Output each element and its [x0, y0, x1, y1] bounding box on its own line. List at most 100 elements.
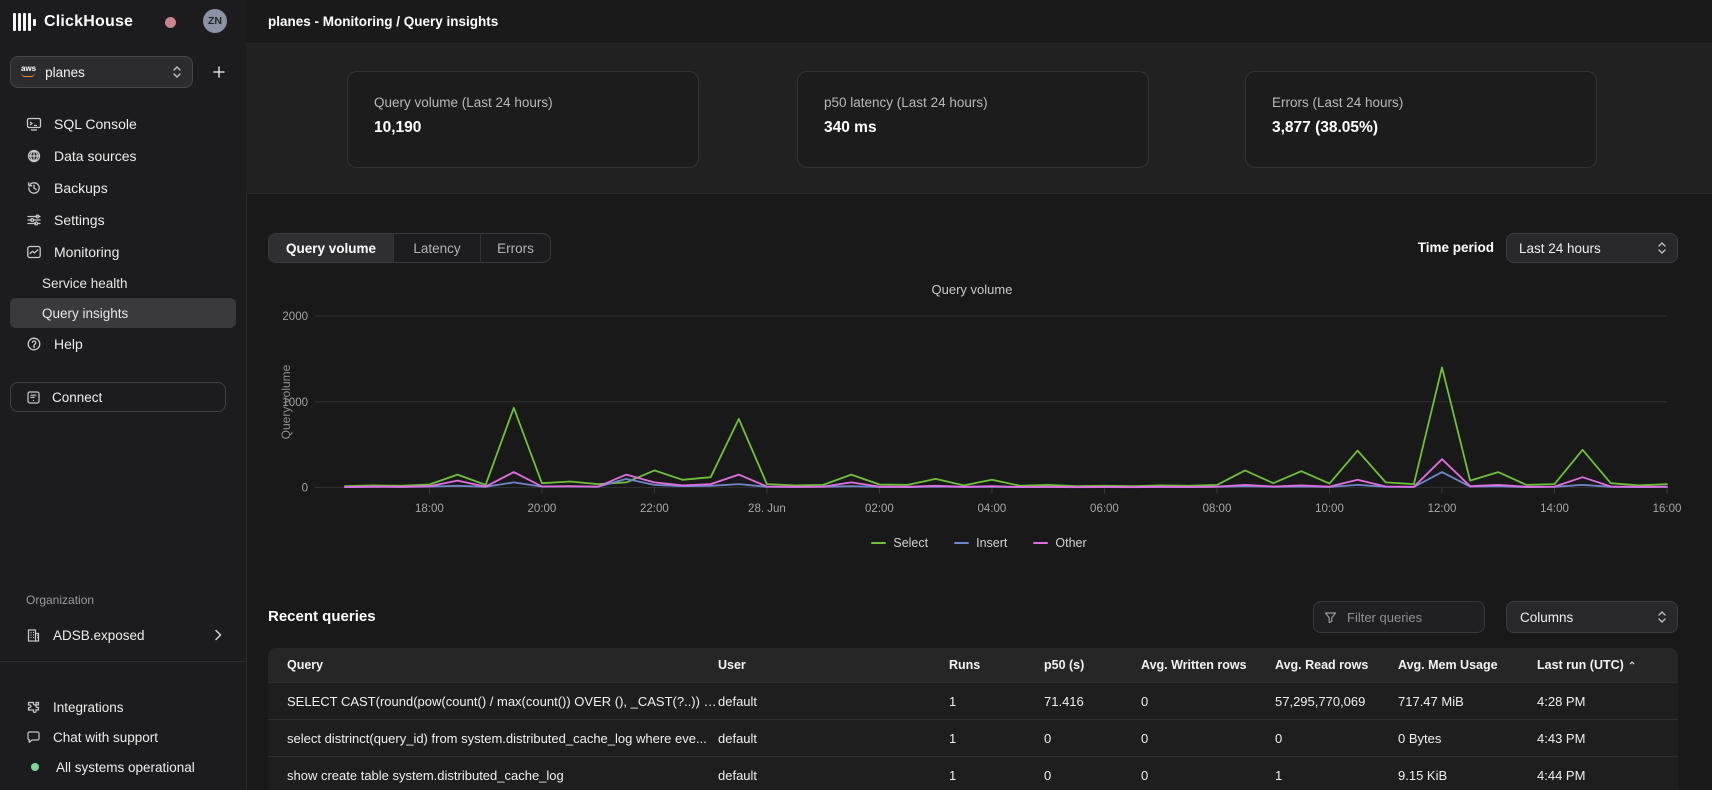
- table-cell: 0: [1141, 757, 1275, 790]
- sidebar-footer: Integrations Chat with support All syste…: [10, 692, 236, 782]
- table-cell: 1: [1275, 757, 1398, 790]
- table-cell: 1: [949, 720, 1044, 757]
- legend-item-insert[interactable]: Insert: [954, 536, 1007, 550]
- sql-console-icon: [26, 116, 42, 132]
- stat-value: 10,190: [374, 119, 698, 137]
- chat-bubble-icon: [26, 730, 41, 745]
- sidebar-item-label: Chat with support: [53, 730, 158, 745]
- table-cell: default: [718, 757, 949, 790]
- chart-legend: Select Insert Other: [246, 536, 1712, 550]
- stat-label: Query volume (Last 24 hours): [374, 95, 698, 110]
- table-cell: 1: [949, 757, 1044, 790]
- data-sources-icon: [26, 148, 42, 164]
- sidebar-item-integrations[interactable]: Integrations: [10, 692, 236, 722]
- x-axis-tick: 22:00: [640, 503, 669, 515]
- table-row[interactable]: select distrinct(query_id) from system.d…: [268, 720, 1678, 757]
- x-axis-tick: 14:00: [1540, 503, 1569, 515]
- legend-swatch: [1033, 542, 1048, 545]
- chevron-right-icon: [214, 629, 222, 641]
- table-cell: select distrinct(query_id) from system.d…: [268, 720, 718, 757]
- table-cell: 4:44 PM: [1537, 757, 1678, 790]
- stats-strip: Query volume (Last 24 hours) 10,190 p50 …: [246, 44, 1712, 194]
- service-name: planes: [45, 65, 163, 80]
- table-cell: 4:28 PM: [1537, 683, 1678, 720]
- column-header[interactable]: Avg. Mem Usage: [1398, 648, 1537, 683]
- column-header[interactable]: Avg. Read rows: [1275, 648, 1398, 683]
- chart-tabs: Query volume Latency Errors: [268, 233, 551, 263]
- legend-swatch: [954, 542, 969, 545]
- tab-latency[interactable]: Latency: [394, 234, 481, 262]
- column-header[interactable]: Last run (UTC)⌃: [1537, 648, 1678, 683]
- tab-errors[interactable]: Errors: [481, 234, 550, 262]
- stat-value: 3,877 (38.05%): [1272, 119, 1596, 137]
- table-row[interactable]: show create table system.distributed_cac…: [268, 757, 1678, 790]
- x-axis-tick: 08:00: [1203, 503, 1232, 515]
- chart-title: Query volume: [932, 282, 1013, 297]
- sidebar-item-chat-support[interactable]: Chat with support: [10, 722, 236, 752]
- clickhouse-logo-icon: [13, 13, 36, 31]
- column-header[interactable]: User: [718, 648, 949, 683]
- sidebar-item-backups[interactable]: Backups: [10, 172, 236, 204]
- x-axis-tick: 04:00: [978, 503, 1007, 515]
- time-period-value: Last 24 hours: [1507, 241, 1657, 256]
- add-service-button[interactable]: [206, 59, 232, 85]
- organization-selector[interactable]: ADSB.exposed: [10, 620, 236, 650]
- table-cell: 0: [1141, 720, 1275, 757]
- x-axis-tick: 02:00: [865, 503, 894, 515]
- sidebar-item-sql-console[interactable]: SQL Console: [10, 108, 236, 140]
- stat-card-p50-latency: p50 latency (Last 24 hours) 340 ms: [797, 71, 1149, 168]
- tab-query-volume[interactable]: Query volume: [269, 234, 394, 262]
- legend-label: Other: [1055, 536, 1086, 550]
- table-cell: default: [718, 720, 949, 757]
- table-cell: 1: [949, 683, 1044, 720]
- time-period-select[interactable]: Last 24 hours: [1506, 233, 1678, 263]
- legend-swatch: [871, 542, 886, 545]
- sidebar-item-system-status[interactable]: All systems operational: [10, 752, 236, 782]
- table-cell: 0: [1044, 757, 1141, 790]
- sidebar-item-settings[interactable]: Settings: [10, 204, 236, 236]
- x-axis-tick: 20:00: [528, 503, 557, 515]
- table-cell: default: [718, 683, 949, 720]
- column-header[interactable]: Runs: [949, 648, 1044, 683]
- x-axis-tick: 06:00: [1090, 503, 1119, 515]
- sidebar-item-data-sources[interactable]: Data sources: [10, 140, 236, 172]
- chevron-updown-icon: [172, 65, 182, 79]
- column-header[interactable]: Avg. Written rows: [1141, 648, 1275, 683]
- stat-label: p50 latency (Last 24 hours): [824, 95, 1148, 110]
- legend-item-other[interactable]: Other: [1033, 536, 1086, 550]
- series-select: [345, 367, 1667, 486]
- legend-item-select[interactable]: Select: [871, 536, 928, 550]
- sidebar-item-label: SQL Console: [54, 116, 137, 132]
- table-cell: 717.47 MiB: [1398, 683, 1537, 720]
- filter-queries-input[interactable]: [1345, 609, 1469, 626]
- sidebar-item-monitoring[interactable]: Monitoring: [10, 236, 236, 268]
- table-cell: show create table system.distributed_cac…: [268, 757, 718, 790]
- chevron-updown-icon: [1657, 610, 1667, 624]
- sidebar-item-label: Data sources: [54, 148, 136, 164]
- funnel-icon: [1324, 611, 1337, 624]
- table-header-row: QueryUserRunsp50 (s)Avg. Written rowsAvg…: [268, 648, 1678, 683]
- filter-queries-box[interactable]: [1313, 601, 1485, 633]
- column-header[interactable]: Query: [268, 648, 718, 683]
- brand-row: ClickHouse: [13, 10, 133, 34]
- page: ClickHouse ZN aws planes SQL Console: [0, 0, 1712, 790]
- plus-icon: [212, 65, 226, 79]
- service-selector[interactable]: aws planes: [10, 56, 193, 88]
- monitoring-icon: [26, 244, 42, 260]
- user-avatar[interactable]: ZN: [203, 9, 227, 33]
- sidebar-item-label: Integrations: [53, 700, 124, 715]
- sidebar-item-label: Settings: [54, 212, 105, 228]
- breadcrumb: planes - Monitoring / Query insights: [246, 14, 498, 29]
- table-cell: 0: [1044, 720, 1141, 757]
- table-cell: 0: [1275, 720, 1398, 757]
- notification-dot-icon: [165, 17, 176, 28]
- columns-button[interactable]: Columns: [1506, 601, 1678, 633]
- x-axis-tick: 28. Jun: [748, 503, 786, 515]
- column-header[interactable]: p50 (s): [1044, 648, 1141, 683]
- topbar: planes - Monitoring / Query insights: [246, 0, 1712, 44]
- table-cell: 4:43 PM: [1537, 720, 1678, 757]
- settings-icon: [26, 212, 42, 228]
- table-row[interactable]: SELECT CAST(round(pow(count() / max(coun…: [268, 683, 1678, 720]
- y-axis-tick: 2000: [282, 311, 308, 323]
- table-cell: 57,295,770,069: [1275, 683, 1398, 720]
